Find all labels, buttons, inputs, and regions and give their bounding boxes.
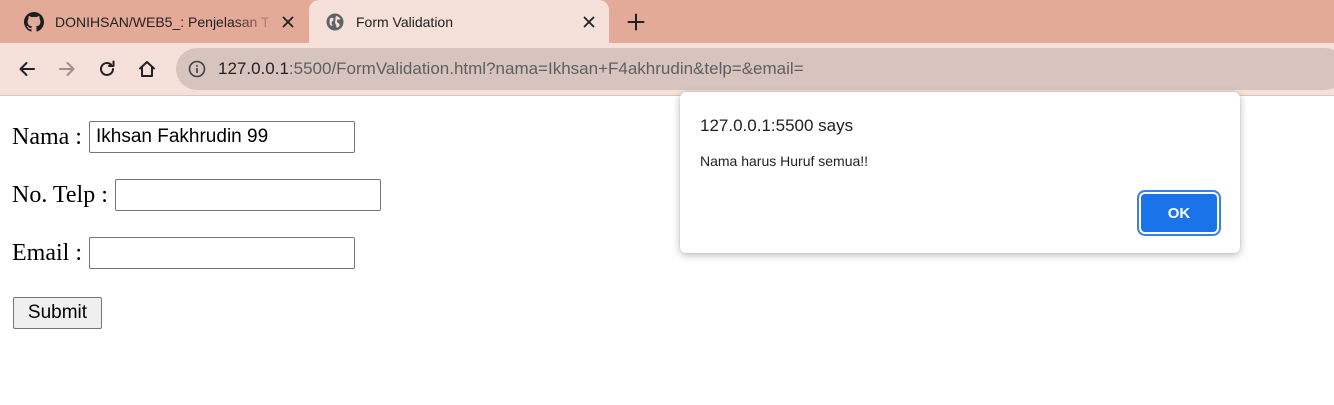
tab-strip: DONIHSAN/WEB5_: Penjelasan T Form Valida… — [0, 0, 1334, 43]
back-button[interactable] — [13, 55, 41, 83]
tab-title: DONIHSAN/WEB5_: Penjelasan T — [55, 13, 270, 30]
close-icon[interactable] — [579, 12, 599, 32]
email-label: Email : — [12, 239, 82, 266]
tab-github-repo[interactable]: DONIHSAN/WEB5_: Penjelasan T — [8, 0, 308, 43]
arrow-left-icon — [19, 62, 35, 76]
tab-form-validation[interactable]: Form Validation — [309, 0, 609, 43]
email-input[interactable] — [88, 237, 355, 269]
nama-row: Nama : — [12, 121, 355, 153]
nama-input[interactable] — [88, 121, 355, 153]
globe-icon — [325, 12, 345, 32]
url-host: 127.0.0.1 — [218, 59, 289, 78]
reload-icon — [100, 60, 115, 76]
tab-title: Form Validation — [356, 13, 454, 30]
nama-label: Nama : — [12, 123, 82, 150]
submit-button[interactable]: Submit — [13, 297, 102, 329]
dialog-message: Nama harus Huruf semua!! — [700, 153, 869, 169]
arrow-right-icon — [59, 62, 75, 76]
telp-input[interactable] — [114, 179, 381, 211]
url-path: :5500/FormValidation.html?nama=Ikhsan+F4… — [288, 59, 804, 78]
browser-toolbar: 127.0.0.1:5500/FormValidation.html?nama=… — [0, 43, 1334, 96]
github-icon — [24, 11, 44, 32]
info-icon[interactable] — [188, 60, 206, 78]
email-row: Email : — [12, 237, 355, 269]
ok-button[interactable]: OK — [1141, 194, 1217, 232]
alert-dialog: 127.0.0.1:5500 says Nama harus Huruf sem… — [680, 92, 1240, 253]
reload-button[interactable] — [93, 55, 121, 83]
plus-icon — [627, 13, 645, 31]
new-tab-button[interactable] — [624, 10, 648, 34]
url-text: 127.0.0.1:5500/FormValidation.html?nama=… — [218, 48, 804, 90]
home-icon — [139, 61, 155, 77]
home-button[interactable] — [133, 55, 161, 83]
telp-label: No. Telp : — [12, 181, 108, 208]
close-icon[interactable] — [278, 12, 298, 32]
telp-row: No. Telp : — [12, 179, 381, 211]
forward-button[interactable] — [53, 55, 81, 83]
address-bar[interactable]: 127.0.0.1:5500/FormValidation.html?nama=… — [176, 48, 1334, 90]
dialog-origin: 127.0.0.1:5500 says — [700, 116, 854, 135]
